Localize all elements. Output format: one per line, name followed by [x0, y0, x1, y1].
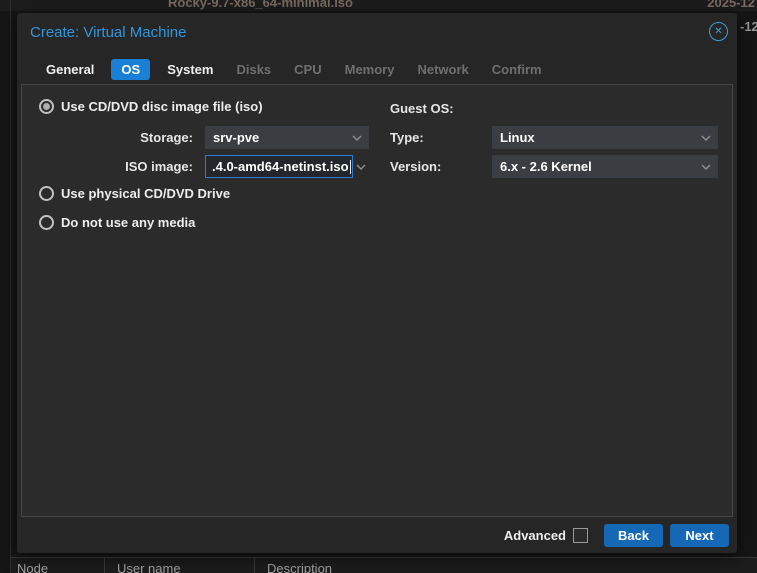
tab-memory: Memory	[339, 59, 401, 80]
radio-selected-icon[interactable]	[39, 99, 54, 114]
tab-os[interactable]: OS	[111, 59, 150, 80]
tab-general[interactable]: General	[40, 59, 100, 80]
background-date: 2025-12	[707, 0, 755, 10]
media-option-iso-label[interactable]: Use CD/DVD disc image file (iso)	[61, 99, 263, 114]
advanced-label[interactable]: Advanced	[504, 528, 566, 543]
tab-network: Network	[411, 59, 474, 80]
media-option-none[interactable]: Do not use any media	[39, 215, 195, 230]
advanced-checkbox[interactable]	[573, 528, 588, 543]
media-option-iso[interactable]: Use CD/DVD disc image file (iso)	[39, 99, 263, 114]
iso-image-input[interactable]: .4.0-amd64-netinst.iso	[205, 155, 353, 178]
media-option-physical[interactable]: Use physical CD/DVD Drive	[39, 186, 230, 201]
close-icon[interactable]: ✕	[709, 22, 728, 41]
os-tab-panel: Use CD/DVD disc image file (iso) Storage…	[21, 84, 733, 517]
radio-dot	[43, 103, 50, 110]
chevron-down-icon[interactable]	[352, 135, 362, 141]
background-content-row: Rocky-9.7-x86_64-minimal.iso 2025-12	[0, 0, 757, 11]
storage-label: Storage:	[22, 130, 193, 145]
guest-os-version-combobox[interactable]: 6.x - 2.6 Kernel	[492, 155, 718, 178]
background-iso-filename: Rocky-9.7-x86_64-minimal.iso	[168, 0, 353, 10]
guest-os-type-label: Type:	[390, 130, 424, 145]
background-sidebar-divider	[10, 0, 11, 573]
back-button[interactable]: Back	[604, 524, 663, 547]
dialog-footer: Advanced Back Next	[17, 518, 737, 553]
media-option-physical-label[interactable]: Use physical CD/DVD Drive	[61, 186, 230, 201]
iso-image-label: ISO image:	[22, 159, 193, 174]
iso-image-combobox[interactable]: .4.0-amd64-netinst.iso	[205, 155, 369, 178]
create-vm-dialog: Create: Virtual Machine ✕ General OS Sys…	[17, 13, 737, 553]
dialog-title: Create: Virtual Machine	[30, 24, 186, 41]
chevron-down-icon[interactable]	[356, 164, 366, 170]
chevron-down-icon[interactable]	[701, 135, 711, 141]
column-divider	[254, 558, 255, 573]
iso-image-dropdown-trigger[interactable]	[353, 155, 369, 178]
column-header-user-name: User name	[117, 561, 181, 573]
task-table-header: Node User name Description	[11, 557, 757, 573]
storage-combobox[interactable]: srv-pve	[205, 126, 369, 149]
tab-system[interactable]: System	[161, 59, 219, 80]
guest-os-heading: Guest OS:	[390, 101, 454, 116]
tab-disks: Disks	[230, 59, 277, 80]
iso-image-value: .4.0-amd64-netinst.iso	[212, 159, 349, 174]
dialog-header: Create: Virtual Machine ✕	[17, 13, 737, 50]
guest-os-type-value: Linux	[492, 130, 535, 145]
radio-unselected-icon[interactable]	[39, 215, 54, 230]
radio-unselected-icon[interactable]	[39, 186, 54, 201]
guest-os-type-combobox[interactable]: Linux	[492, 126, 718, 149]
guest-os-version-value: 6.x - 2.6 Kernel	[492, 159, 592, 174]
column-header-description: Description	[267, 561, 332, 573]
text-cursor	[350, 160, 351, 174]
tab-cpu: CPU	[288, 59, 327, 80]
column-header-node: Node	[17, 561, 48, 573]
wizard-tab-bar: General OS System Disks CPU Memory Netwo…	[17, 50, 737, 84]
background-date-fragment: -12	[740, 19, 757, 34]
tab-confirm: Confirm	[486, 59, 548, 80]
column-divider	[104, 558, 105, 573]
next-button[interactable]: Next	[670, 524, 729, 547]
chevron-down-icon[interactable]	[701, 164, 711, 170]
guest-os-version-label: Version:	[390, 159, 441, 174]
media-option-none-label[interactable]: Do not use any media	[61, 215, 195, 230]
storage-value: srv-pve	[205, 130, 259, 145]
